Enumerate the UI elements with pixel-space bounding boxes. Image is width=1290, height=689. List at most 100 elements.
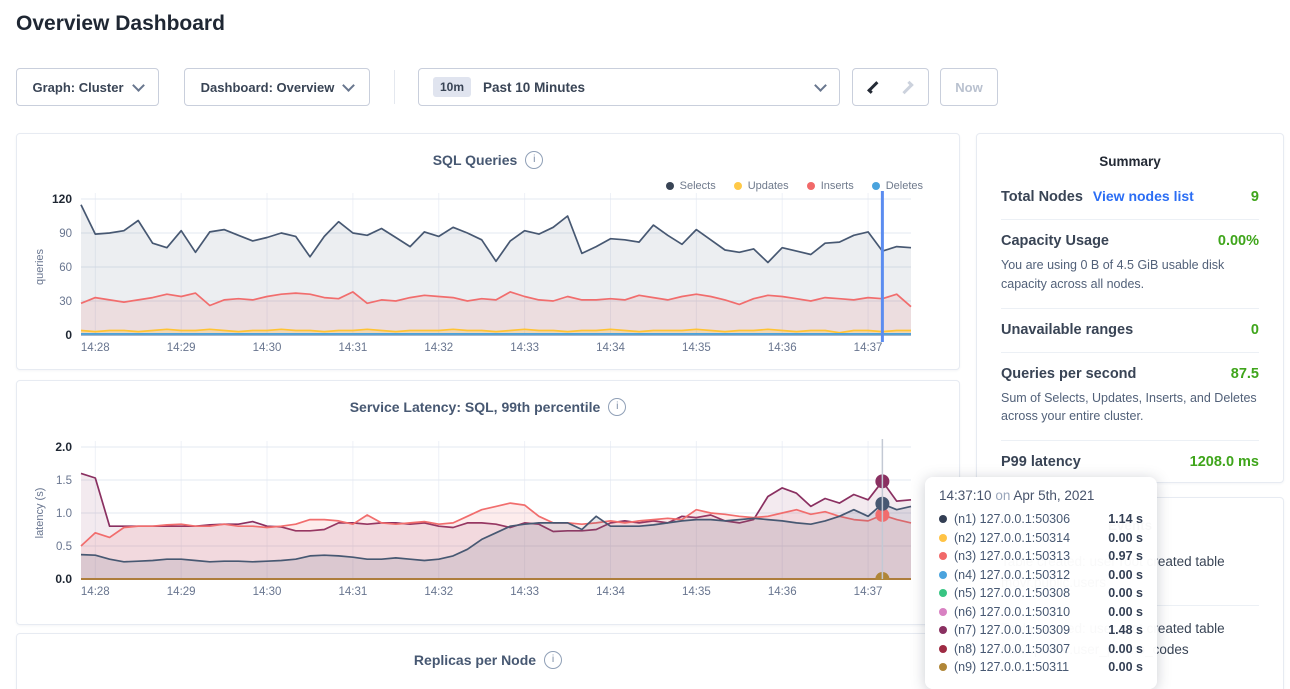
svg-text:14:36: 14:36 (768, 586, 797, 598)
svg-text:14:29: 14:29 (167, 342, 196, 354)
chart-title-sql-queries: SQL Queries (433, 152, 518, 168)
tooltip-node-value: 0.00 s (1108, 660, 1143, 674)
svg-text:14:28: 14:28 (81, 586, 110, 598)
svg-text:14:35: 14:35 (682, 586, 711, 598)
tooltip-node-label: (n8) 127.0.0.1:50307 (954, 642, 1101, 656)
tooltip-node-row: (n1) 127.0.0.1:50306 1.14 s (939, 510, 1143, 529)
time-range-label: Past 10 Minutes (483, 80, 585, 95)
svg-text:14:29: 14:29 (167, 586, 196, 598)
tooltip-node-label: (n6) 127.0.0.1:50310 (954, 605, 1101, 619)
series-color-dot (939, 515, 947, 523)
graph-dropdown[interactable]: Graph: Cluster (16, 68, 159, 106)
chevron-right-icon (900, 80, 913, 93)
series-color-dot (939, 645, 947, 653)
tooltip-node-row: (n7) 127.0.0.1:503091.48 s (939, 621, 1143, 640)
tooltip-node-row: (n4) 127.0.0.1:503120.00 s (939, 566, 1143, 585)
next-time-button[interactable] (890, 68, 929, 106)
sql-queries-chart[interactable]: 030609012014:2814:2914:3014:3114:3214:33… (29, 184, 949, 360)
svg-text:90: 90 (59, 228, 72, 240)
tooltip-node-row: (n5) 127.0.0.1:503080.00 s (939, 584, 1143, 603)
svg-text:14:31: 14:31 (339, 586, 368, 598)
unavailable-ranges-label: Unavailable ranges (1001, 322, 1133, 338)
prev-time-button[interactable] (852, 68, 891, 106)
total-nodes-label: Total Nodes (1001, 189, 1083, 205)
service-latency-chart[interactable]: 0.00.51.01.52.014:2814:2914:3014:3114:32… (29, 429, 949, 605)
svg-text:14:37: 14:37 (854, 342, 883, 354)
dashboard-dropdown[interactable]: Dashboard: Overview (184, 68, 370, 106)
replicas-per-node-chart-card: Replicas per Node i (16, 633, 960, 689)
summary-title: Summary (1001, 134, 1259, 175)
tooltip-node-value: 0.00 s (1108, 642, 1143, 656)
queries-per-second-value: 87.5 (1231, 366, 1259, 382)
tooltip-node-label: (n3) 127.0.0.1:50313 (954, 549, 1101, 563)
series-color-dot (939, 571, 947, 579)
total-nodes-value: 9 (1251, 189, 1259, 205)
tooltip-node-label: (n9) 127.0.0.1:50311 (954, 660, 1101, 674)
chart-hover-tooltip: 14:37:10 on Apr 5th, 2021 (n1) 127.0.0.1… (925, 477, 1157, 689)
series-color-dot (939, 589, 947, 597)
svg-text:0.0: 0.0 (55, 572, 72, 586)
svg-text:14:37: 14:37 (854, 586, 883, 598)
svg-text:60: 60 (59, 262, 72, 274)
series-color-dot (939, 608, 947, 616)
series-color-dot (939, 552, 947, 560)
tooltip-node-row: (n2) 127.0.0.1:503140.00 s (939, 529, 1143, 548)
svg-text:14:33: 14:33 (510, 342, 539, 354)
chevron-down-icon (814, 79, 827, 92)
tooltip-node-value: 0.00 s (1108, 531, 1143, 545)
summary-panel: Summary Total Nodes View nodes list 9 Ca… (976, 133, 1284, 483)
tooltip-node-value: 1.14 s (1108, 512, 1143, 526)
overview-dashboard-page: Overview Dashboard Graph: Cluster Dashbo… (0, 0, 1290, 689)
tooltip-node-row: (n9) 127.0.0.1:50311 0.00 s (939, 658, 1143, 677)
info-icon[interactable]: i (608, 398, 626, 416)
summary-row-queries-per-second: Queries per second 87.5 Sum of Selects, … (1001, 353, 1259, 442)
chevron-down-icon (342, 79, 355, 92)
controls-divider (394, 70, 395, 104)
service-latency-chart-card: Service Latency: SQL, 99th percentile i … (16, 380, 960, 625)
svg-text:14:32: 14:32 (424, 342, 453, 354)
tooltip-timestamp: 14:37:10 on Apr 5th, 2021 (939, 488, 1143, 503)
svg-text:14:31: 14:31 (339, 342, 368, 354)
svg-text:14:32: 14:32 (424, 586, 453, 598)
chevron-down-icon (132, 79, 145, 92)
tooltip-node-value: 1.48 s (1108, 623, 1143, 637)
svg-text:1.5: 1.5 (56, 475, 72, 487)
summary-row-capacity-usage: Capacity Usage 0.00% You are using 0 B o… (1001, 220, 1259, 309)
time-range-badge: 10m (433, 77, 471, 97)
view-nodes-list-link[interactable]: View nodes list (1093, 188, 1194, 204)
tooltip-node-label: (n1) 127.0.0.1:50306 (954, 512, 1101, 526)
tooltip-node-row: (n6) 127.0.0.1:50310 0.00 s (939, 603, 1143, 622)
summary-row-total-nodes: Total Nodes View nodes list 9 (1001, 175, 1259, 220)
svg-text:14:35: 14:35 (682, 342, 711, 354)
series-color-dot (939, 626, 947, 634)
series-color-dot (939, 663, 947, 671)
tooltip-node-value: 0.00 s (1108, 605, 1143, 619)
chart-title-replicas-per-node: Replicas per Node (414, 652, 536, 668)
time-range-selector[interactable]: 10m Past 10 Minutes (418, 68, 840, 106)
now-button[interactable]: Now (940, 68, 998, 106)
info-icon[interactable]: i (544, 651, 562, 669)
queries-per-second-description: Sum of Selects, Updates, Inserts, and De… (1001, 389, 1259, 427)
unavailable-ranges-value: 0 (1251, 322, 1259, 338)
svg-text:0: 0 (65, 328, 72, 342)
svg-text:120: 120 (52, 192, 72, 206)
svg-text:14:34: 14:34 (596, 586, 625, 598)
series-color-dot (939, 534, 947, 542)
chevron-left-icon (867, 81, 880, 94)
capacity-usage-description: You are using 0 B of 4.5 GiB usable disk… (1001, 256, 1259, 294)
svg-text:queries: queries (34, 248, 46, 285)
svg-text:30: 30 (59, 296, 72, 308)
graph-dropdown-label: Graph: Cluster (32, 80, 123, 95)
capacity-usage-value: 0.00% (1218, 233, 1259, 249)
svg-text:14:36: 14:36 (768, 342, 797, 354)
p99-latency-label: P99 latency (1001, 454, 1081, 470)
tooltip-node-row: (n8) 127.0.0.1:50307 0.00 s (939, 640, 1143, 659)
svg-text:14:30: 14:30 (253, 586, 282, 598)
queries-per-second-label: Queries per second (1001, 366, 1136, 382)
svg-text:14:33: 14:33 (510, 586, 539, 598)
sql-queries-chart-card: SQL Queries i SelectsUpdatesInsertsDelet… (16, 133, 960, 370)
p99-latency-value: 1208.0 ms (1190, 454, 1259, 470)
tooltip-node-value: 0.97 s (1108, 549, 1143, 563)
tooltip-node-row: (n3) 127.0.0.1:50313 0.97 s (939, 547, 1143, 566)
info-icon[interactable]: i (525, 151, 543, 169)
